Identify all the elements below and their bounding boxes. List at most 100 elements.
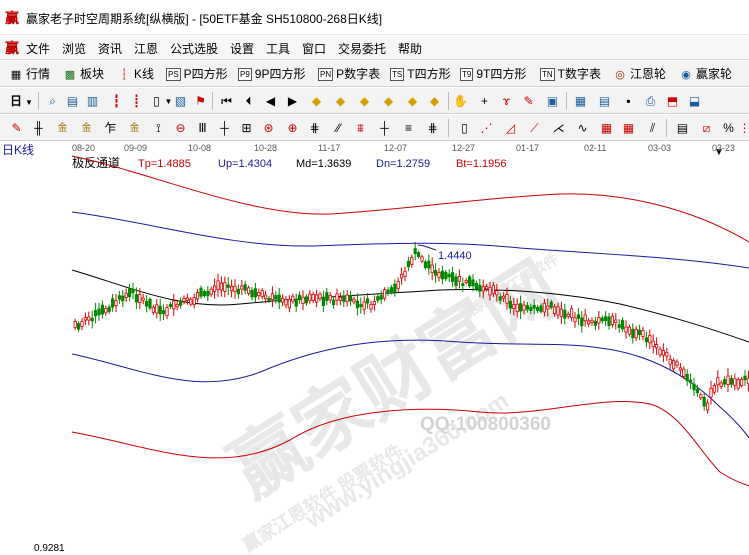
diamond4-icon[interactable]: ◆: [380, 93, 397, 110]
toolbar-winner-wheel[interactable]: ◉ 赢家轮: [678, 65, 732, 83]
tool18-icon[interactable]: ≡: [400, 120, 417, 137]
toolbar-p-square[interactable]: PS P四方形: [166, 65, 228, 83]
candle: [450, 272, 455, 282]
menu-help[interactable]: 帮助: [398, 40, 422, 57]
bars-icon[interactable]: ┇: [108, 93, 125, 110]
bars2-icon[interactable]: ┋: [128, 93, 145, 110]
diamond6-icon[interactable]: ◆: [426, 93, 443, 110]
candle: [236, 288, 240, 295]
app-logo-icon: 赢: [5, 10, 19, 26]
tool22-icon[interactable]: ◿: [502, 120, 519, 137]
bmp-icon[interactable]: ▧: [172, 93, 189, 110]
toolbar-9p-square[interactable]: P9 9P四方形: [238, 65, 305, 83]
candle: [396, 281, 400, 289]
diamond5-icon[interactable]: ◆: [404, 93, 421, 110]
flag-icon[interactable]: ⚑: [192, 93, 209, 110]
save-icon[interactable]: ▪: [620, 93, 637, 110]
pencil-icon[interactable]: ✎: [8, 120, 25, 137]
toolbar-9t-square[interactable]: T9 9T四方形: [460, 65, 526, 83]
hand-icon[interactable]: ✋: [452, 93, 469, 110]
tool6-icon[interactable]: 金: [126, 120, 143, 137]
draw-icon[interactable]: ɤ: [498, 93, 515, 110]
menu-tools[interactable]: 工具: [266, 40, 290, 57]
diamond2-icon[interactable]: ◆: [332, 93, 349, 110]
tool12-icon[interactable]: ⊛: [260, 120, 277, 137]
kline-chart[interactable]: 赢家财富网 www.yingjia360.com 赢家江恩软件 股票软件 赢家江…: [0, 142, 749, 555]
candle: [733, 378, 737, 386]
calc-icon[interactable]: ▣: [544, 93, 561, 110]
menu-trade[interactable]: 交易委托: [338, 40, 386, 57]
crosshair-icon[interactable]: +: [476, 93, 493, 110]
tool26-icon[interactable]: ▦: [598, 120, 615, 137]
fan-icon[interactable]: 乍: [102, 120, 119, 137]
tool30-icon[interactable]: ⧄: [698, 120, 715, 137]
ruler-icon[interactable]: ╫: [30, 120, 47, 137]
tool31-icon[interactable]: ⋮: [736, 120, 749, 137]
menu-window[interactable]: 窗口: [302, 40, 326, 57]
candle: [668, 358, 672, 365]
list-icon[interactable]: ▤: [596, 93, 613, 110]
candle: [399, 273, 404, 279]
tool25-icon[interactable]: ∿: [574, 120, 591, 137]
tool29-icon[interactable]: ▤: [674, 120, 691, 137]
search-icon[interactable]: ⌕: [44, 93, 61, 110]
chart-area[interactable]: 赢家财富网 www.yingjia360.com 赢家江恩软件 股票软件 赢家江…: [0, 142, 749, 555]
arc-icon[interactable]: ⊖: [172, 120, 189, 137]
calendar-icon[interactable]: ▦: [572, 93, 589, 110]
candle: [257, 292, 261, 297]
tool21-icon[interactable]: ⋰: [478, 120, 495, 137]
tool16-icon[interactable]: ⩩: [352, 120, 369, 137]
forward-icon[interactable]: ▶: [284, 93, 301, 110]
toolbar-sectors[interactable]: ▩ 板块: [62, 65, 104, 83]
tool23-icon[interactable]: ⟋: [526, 120, 543, 137]
candle: [338, 296, 343, 301]
eraser-icon[interactable]: ✎: [520, 93, 537, 110]
tool15-icon[interactable]: ⁄⁄: [330, 120, 347, 137]
doc-icon[interactable]: ▥: [84, 93, 101, 110]
circle-icon[interactable]: Ⅲ: [194, 120, 211, 137]
diamond1-icon[interactable]: ◆: [308, 93, 325, 110]
tool27-icon[interactable]: ▦: [620, 120, 637, 137]
tool20-icon[interactable]: ▯: [456, 120, 473, 137]
menu-info[interactable]: 资讯: [98, 40, 122, 57]
candle: [104, 308, 108, 314]
toolbar-t-table[interactable]: TN T数字表: [540, 65, 601, 83]
menu-file[interactable]: 文件: [26, 40, 50, 57]
first-icon[interactable]: ⏮: [218, 93, 235, 110]
toolbar-t-square[interactable]: TS T四方形: [390, 65, 451, 83]
layout-icon[interactable]: ▤: [64, 93, 81, 110]
candle: [699, 394, 703, 399]
export-icon[interactable]: ⬒: [664, 93, 681, 110]
diamond3-icon[interactable]: ◆: [356, 93, 373, 110]
menu-gann[interactable]: 江恩: [134, 40, 158, 57]
prev-icon[interactable]: ⏴: [240, 93, 257, 110]
back-icon[interactable]: ◀: [262, 93, 279, 110]
tool17-icon[interactable]: ┼: [376, 120, 393, 137]
menu-formula[interactable]: 公式选股: [170, 40, 218, 57]
tool7-icon[interactable]: ⟟: [150, 120, 167, 137]
golden2-icon[interactable]: 金: [78, 120, 95, 137]
tool11-icon[interactable]: ⊞: [238, 120, 255, 137]
candle: [77, 323, 81, 330]
tool19-icon[interactable]: ⋕: [424, 120, 441, 137]
tool24-icon[interactable]: ⋌: [550, 120, 567, 137]
menu-app-icon[interactable]: 赢: [5, 40, 21, 56]
tool28-icon[interactable]: ⫽: [644, 120, 661, 137]
toolbar-kline[interactable]: ┆ K线: [116, 65, 154, 83]
candle: [546, 305, 550, 310]
toolbar-p-table[interactable]: PN P数字表: [318, 65, 380, 83]
menu-settings[interactable]: 设置: [230, 40, 254, 57]
period-select[interactable]: 日 ▼: [10, 92, 33, 110]
golden1-icon[interactable]: 金: [54, 120, 71, 137]
candle: [651, 340, 655, 348]
print-icon[interactable]: ⎙: [642, 93, 659, 110]
tool13-icon[interactable]: ⊕: [284, 120, 301, 137]
toolbar-quotes[interactable]: ▦ 行情: [8, 65, 50, 83]
export2-icon[interactable]: ⬓: [686, 93, 703, 110]
grid2-icon[interactable]: ┼: [216, 120, 233, 137]
menu-browse[interactable]: 浏览: [62, 40, 86, 57]
candle: [165, 307, 169, 317]
toolbar-gann-wheel[interactable]: ◎ 江恩轮: [612, 65, 666, 83]
percent-icon[interactable]: %: [720, 120, 737, 137]
tool14-icon[interactable]: ⋕: [306, 120, 323, 137]
